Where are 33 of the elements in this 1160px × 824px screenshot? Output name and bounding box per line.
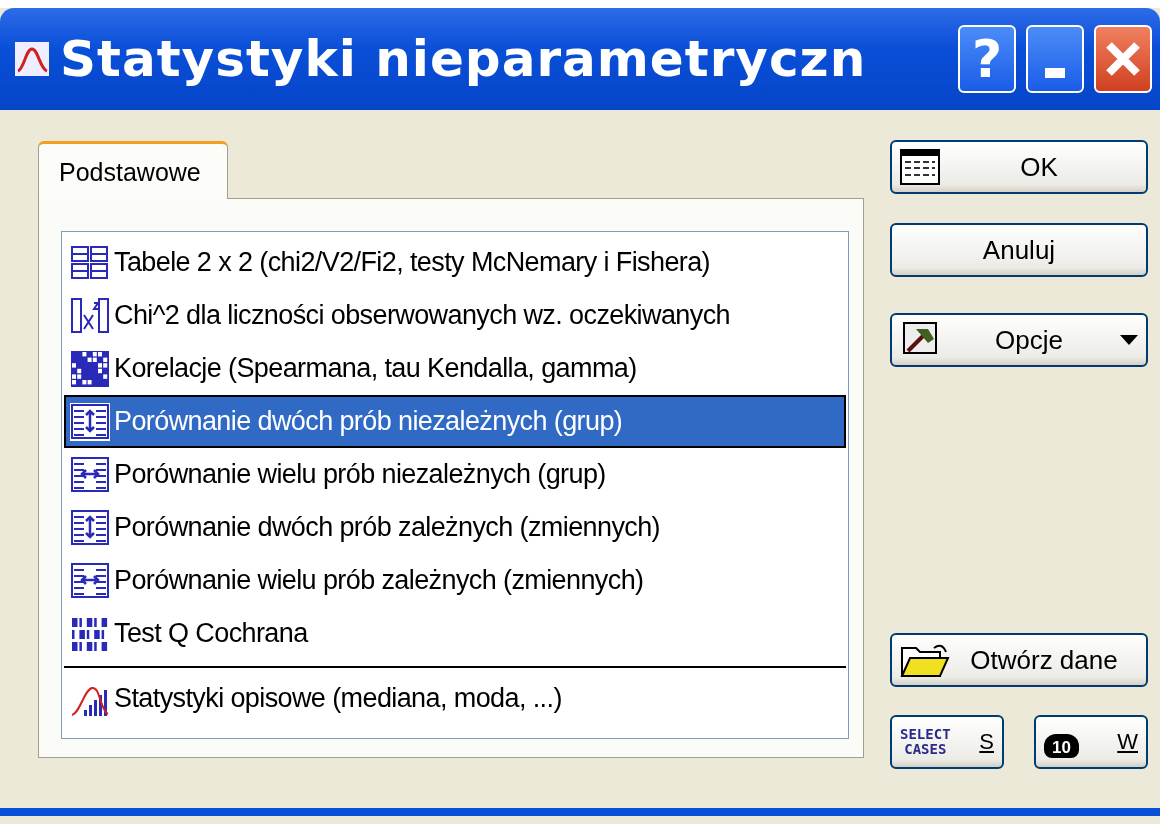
open-data-button[interactable]: Otwórz dane xyxy=(890,633,1148,687)
help-button[interactable]: ? xyxy=(958,25,1016,93)
weight-icon: 10 xyxy=(1044,734,1079,758)
spreadsheet-icon xyxy=(900,149,940,185)
options-button[interactable]: Opcje xyxy=(890,313,1148,367)
list-item[interactable]: Chi^2 dla liczności obserwowanych wz. oczekiwanych xyxy=(64,289,846,342)
tab[interactable]: Podstawowe xyxy=(38,141,228,199)
list-item[interactable]: Tabele 2 x 2 (chi2/V2/Fi2, testy McNemary i Fishera) xyxy=(64,236,846,289)
window-title: Statystyki nieparametryczn xyxy=(60,30,868,88)
list-item[interactable]: Statystyki opisowe (mediana, moda, ...) xyxy=(64,672,846,725)
dropdown-arrow-icon xyxy=(1120,335,1138,345)
table-grid-icon xyxy=(70,243,110,282)
list-item[interactable]: Test Q Cochrana xyxy=(64,607,846,660)
weight-button[interactable]: 10 W xyxy=(1034,715,1148,769)
vertical-arrows-icon xyxy=(70,402,110,441)
correlation-matrix-icon xyxy=(70,349,110,388)
minimize-button[interactable] xyxy=(1026,25,1084,93)
chart-icon xyxy=(14,41,50,77)
list-item[interactable]: Porównanie dwóch prób niezależnych (grup) xyxy=(64,395,846,448)
ok-button[interactable]: OK xyxy=(890,140,1148,194)
horizontal-arrows-icon xyxy=(70,455,110,494)
list-item[interactable]: Porównanie dwóch prób zależnych (zmiennych) xyxy=(64,501,846,554)
cancel-button[interactable]: Anuluj xyxy=(890,223,1148,277)
list-item[interactable]: Korelacje (Spearmana, tau Kendalla, gamma) xyxy=(64,342,846,395)
select-cases-button[interactable]: SELECT CASES S xyxy=(890,715,1004,769)
minimize-icon xyxy=(1045,68,1065,78)
list-item[interactable]: Porównanie wielu prób zależnych (zmiennych) xyxy=(64,554,846,607)
chi-square-icon xyxy=(70,296,110,335)
horizontal-arrows-icon xyxy=(70,561,110,600)
select-cases-icon: SELECT CASES xyxy=(900,727,951,757)
list-item[interactable]: Porównanie wielu prób niezależnych (grup) xyxy=(64,448,846,501)
vertical-arrows-icon xyxy=(70,508,110,547)
close-button[interactable] xyxy=(1094,25,1152,93)
